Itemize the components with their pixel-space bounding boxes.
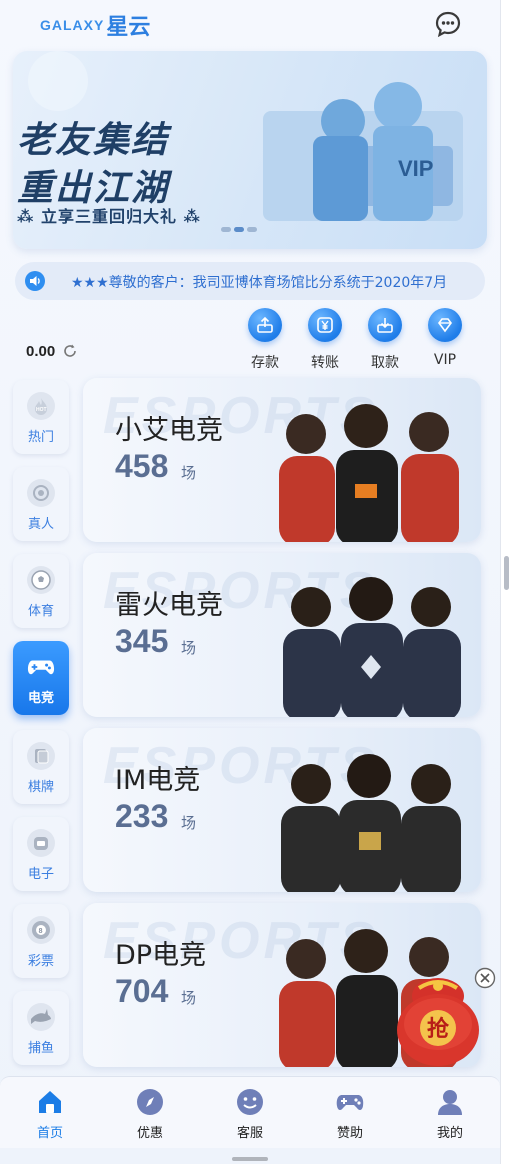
sidebar-label: 电子 [27,867,54,882]
deposit-icon [248,308,282,342]
refresh-icon[interactable] [62,343,78,359]
tab-profile[interactable]: 我的 [420,1087,480,1141]
match-count: 233 [115,798,169,834]
soccer-ball-icon [27,566,55,594]
header: GALAXY 星云 [0,0,500,48]
sidebar-item-slots[interactable]: 电子 [13,817,69,891]
svg-text:8: 8 [39,928,43,935]
match-unit: 场 [181,989,197,1007]
tab-label: 赞助 [336,1126,363,1141]
tab-label: 我的 [436,1126,463,1141]
game-card-xiaoai[interactable]: ESPORTS 小艾电竞 458 场 [83,378,481,542]
announcement-bar[interactable]: ★★★尊敬的客户：我司亚博体育场馆比分系统于2020年7月 [15,262,485,300]
sidebar-label: 棋牌 [27,780,54,795]
carousel-indicator[interactable] [221,227,257,232]
transfer-label: 转账 [311,355,339,371]
match-unit: 场 [181,814,197,832]
sidebar-item-fishing[interactable]: 捕鱼 [13,991,69,1065]
logo-text-en: GALAXY [40,17,105,33]
speaker-icon [25,271,45,291]
hot-flame-icon: HOT [27,392,55,420]
deposit-label: 存款 [251,355,279,371]
withdraw-label: 取款 [371,355,399,371]
sidebar-label: 真人 [27,517,54,532]
tab-sponsor[interactable]: 赞助 [320,1087,380,1141]
game-title: DP电竞 [115,940,207,971]
brand-logo[interactable]: GALAXY 星云 [40,10,150,40]
slot-machine-icon [27,829,55,857]
sidebar-item-live[interactable]: 真人 [13,467,69,541]
announcement-text: ★★★尊敬的客户：我司亚博体育场馆比分系统于2020年7月 [71,275,448,291]
logo-text-cn: 星云 [106,15,151,40]
vip-diamond-icon [428,308,462,342]
match-count: 704 [115,973,169,1009]
transfer-button[interactable]: 转账 [299,308,351,374]
wallet-balance: 0.00 [26,343,56,360]
tab-promotions[interactable]: 优惠 [120,1087,180,1141]
team-players-image [281,754,461,892]
match-unit: 场 [181,464,197,482]
lottery-ball-icon: 8 [27,916,55,944]
match-count: 458 [115,448,169,484]
match-count: 345 [115,623,169,659]
live-casino-icon [27,479,55,507]
home-icon [35,1087,65,1117]
transfer-yen-icon [308,308,342,342]
sidebar-label: 电竞 [27,691,54,706]
carousel-dot[interactable] [221,227,231,232]
sidebar-label: 彩票 [27,954,54,969]
home-indicator[interactable] [232,1157,268,1161]
envelope-label: 抢 [427,1016,450,1042]
shark-icon [27,1003,55,1031]
game-card-im[interactable]: ESPORTS IM电竞 233 场 [83,728,481,892]
tab-home[interactable]: 首页 [20,1087,80,1141]
game-title: IM电竞 [115,765,201,796]
withdraw-button[interactable]: 取款 [359,308,411,374]
svg-text:VIP: VIP [398,156,433,181]
carousel-dot-active[interactable] [234,227,244,232]
tab-label: 首页 [36,1126,63,1141]
cards-icon [27,742,55,770]
banner-subline: ⁂ 立享三重回归大礼 ⁂ [17,207,201,226]
deposit-button[interactable]: 存款 [239,308,291,374]
tab-label: 优惠 [136,1126,163,1141]
sidebar-item-esports[interactable]: 电竞 [13,641,69,715]
tab-support[interactable]: 客服 [220,1087,280,1141]
close-circle-icon[interactable] [474,967,496,989]
carousel-dot[interactable] [247,227,257,232]
sidebar-label: 体育 [27,604,54,619]
compass-icon [135,1087,165,1117]
tab-label: 客服 [236,1126,263,1141]
promo-banner[interactable]: VIP 老友集结 重出江湖 ⁂ 立享三重回归大礼 ⁂ [13,51,487,249]
withdraw-icon [368,308,402,342]
sponsor-gamepad-icon [335,1087,365,1117]
svg-text:HOT: HOT [36,407,47,413]
sidebar-item-sports[interactable]: 体育 [13,554,69,628]
game-title: 小艾电竞 [115,415,223,446]
app-screen: GALAXY 星云 VIP 老友集结 重出江湖 ⁂ 立享三重回归大礼 ⁂ ★★★… [0,0,500,1164]
sidebar-item-hot[interactable]: HOT 热门 [13,380,69,454]
bottom-navigation: 首页 优惠 客服 赞助 我的 [0,1076,500,1148]
match-unit: 场 [181,639,197,657]
vip-label: VIP [433,352,457,368]
support-smile-icon [235,1087,265,1117]
red-envelope-button[interactable]: 抢 [395,968,481,1068]
sidebar-item-lottery[interactable]: 8 彩票 [13,904,69,978]
chat-bubble-icon[interactable] [434,10,462,38]
game-title: 雷火电竞 [115,590,223,621]
banner-headline-1: 老友集结 [17,120,170,161]
gamepad-icon [27,653,55,681]
game-card-leihuo[interactable]: ESPORTS 雷火电竞 345 场 [83,553,481,717]
sidebar-item-cards[interactable]: 棋牌 [13,730,69,804]
vip-button[interactable]: VIP [419,308,471,374]
scrollbar-thumb[interactable] [504,556,509,590]
page-scrollbar[interactable] [500,0,512,1164]
sidebar-label: 捕鱼 [27,1041,54,1056]
team-players-image [279,404,459,542]
sidebar-label: 热门 [27,430,54,445]
user-icon [435,1087,465,1117]
team-players-image [283,577,461,717]
